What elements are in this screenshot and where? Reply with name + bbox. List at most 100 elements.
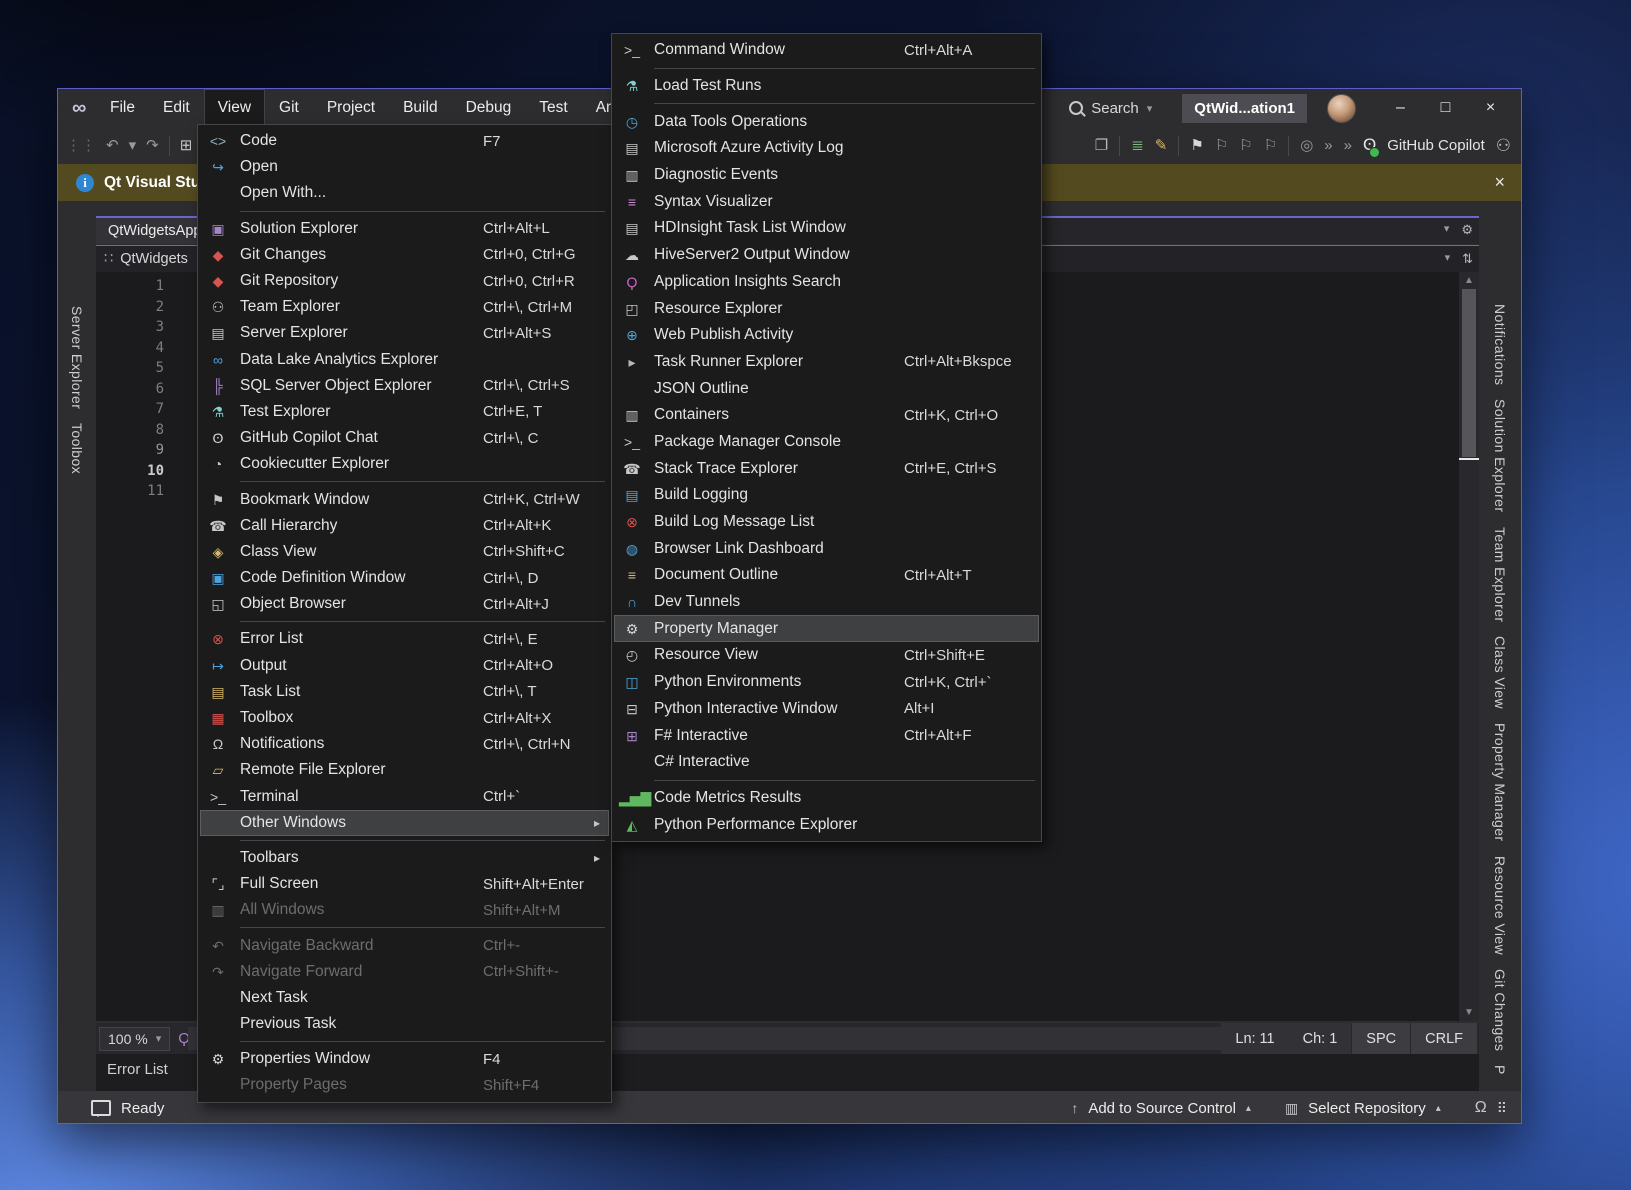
sidebar-tab-p-clipped[interactable]: P xyxy=(1492,1065,1508,1075)
menu-item-class-view[interactable]: ◈ Class View Ctrl+Shift+C xyxy=(200,539,609,565)
menu-item-fsharp-interactive[interactable]: ⊞ F# Interactive Ctrl+Alt+F xyxy=(614,722,1039,749)
menu-item-task-runner-explorer[interactable]: ▸ Task Runner Explorer Ctrl+Alt+Bkspce xyxy=(614,349,1039,376)
toolbar-separator[interactable] xyxy=(169,136,170,156)
toolbar-separator[interactable] xyxy=(1178,136,1179,156)
solution-name-badge[interactable]: QtWid...ation1 xyxy=(1182,94,1307,123)
menubar-item-git[interactable]: Git xyxy=(265,89,313,127)
tab-list-chevron-icon[interactable]: ▾ xyxy=(1444,222,1450,238)
resize-grip-icon[interactable]: ⠿ xyxy=(1497,1100,1507,1117)
menu-item-object-browser[interactable]: ◱ Object Browser Ctrl+Alt+J xyxy=(200,591,609,617)
toolbar-grip-icon[interactable]: ⋮⋮ xyxy=(66,138,96,153)
person-icon[interactable]: ⚇ xyxy=(1496,137,1511,154)
menu-item-property-manager[interactable]: ⚙ Property Manager xyxy=(614,615,1039,642)
sidebar-tab-class-view[interactable]: Class View xyxy=(1492,636,1508,709)
sidebar-tab-team-explorer[interactable]: Team Explorer xyxy=(1492,527,1508,622)
select-repository-button[interactable]: Select Repository xyxy=(1308,1100,1426,1117)
menu-item-navigate-backward[interactable]: ↶ Navigate Backward Ctrl+- xyxy=(200,932,609,958)
vertical-scrollbar[interactable]: ▲ ▼ xyxy=(1459,272,1479,1021)
menu-item-stack-trace-explorer[interactable]: ☎ Stack Trace Explorer Ctrl+E, Ctrl+S xyxy=(614,455,1039,482)
menu-item-csharp-interactive[interactable]: C# Interactive xyxy=(614,749,1039,776)
menu-item-full-screen[interactable]: ⌜⌟ Full Screen Shift+Alt+Enter xyxy=(200,871,609,897)
menu-item-other-windows[interactable]: Other Windows ▸ xyxy=(200,810,609,836)
menu-item-navigate-forward[interactable]: ↷ Navigate Forward Ctrl+Shift+- xyxy=(200,959,609,985)
scroll-up-icon[interactable]: ▲ xyxy=(1459,275,1479,286)
menu-item-terminal[interactable]: >_ Terminal Ctrl+` xyxy=(200,784,609,810)
previous-bookmark-icon[interactable]: ⚐ xyxy=(1215,138,1228,153)
user-avatar[interactable] xyxy=(1327,94,1356,123)
chevron-up-icon[interactable]: ▴ xyxy=(1246,1103,1251,1114)
menu-item-dev-tunnels[interactable]: ∩ Dev Tunnels xyxy=(614,589,1039,616)
sidebar-tab-notifications[interactable]: Notifications xyxy=(1492,304,1508,385)
chevron-down-icon[interactable]: ▾ xyxy=(1445,251,1451,267)
quick-search-icon[interactable]: ◎ xyxy=(1300,138,1313,153)
sidebar-tab-resource-view[interactable]: Resource View xyxy=(1492,856,1508,955)
menu-item-team-explorer[interactable]: ⚇ Team Explorer Ctrl+\, Ctrl+M xyxy=(200,294,609,320)
menu-item-resource-view[interactable]: ◴ Resource View Ctrl+Shift+E xyxy=(614,642,1039,669)
github-copilot-button[interactable]: GitHub Copilot xyxy=(1387,138,1485,153)
menubar-item-test[interactable]: Test xyxy=(525,89,581,127)
menu-item-python-environments[interactable]: ◫ Python Environments Ctrl+K, Ctrl+` xyxy=(614,669,1039,696)
menu-item-syntax-visualizer[interactable]: ≡ Syntax Visualizer xyxy=(614,188,1039,215)
toggle-bookmark-icon[interactable]: ⚑ xyxy=(1190,138,1203,153)
menu-item-cookiecutter-explorer[interactable]: ◔ Cookiecutter Explorer xyxy=(200,451,609,477)
menu-item-application-insights-search[interactable]: Ϙ Application Insights Search xyxy=(614,269,1039,296)
menu-item-git-changes[interactable]: ◆ Git Changes Ctrl+0, Ctrl+G xyxy=(200,242,609,268)
sidebar-tab-git-changes[interactable]: Git Changes xyxy=(1492,969,1508,1051)
zoom-selector[interactable]: 100 % ▾ xyxy=(99,1027,170,1051)
next-bookmark-icon[interactable]: ⚐ xyxy=(1239,138,1252,153)
menu-item-browser-link-dashboard[interactable]: ◍ Browser Link Dashboard xyxy=(614,535,1039,562)
menu-item-data-tools-operations[interactable]: ◷ Data Tools Operations xyxy=(614,108,1039,135)
bell-icon[interactable]: Ω xyxy=(1475,1099,1487,1117)
menu-item-next-task[interactable]: Next Task xyxy=(200,985,609,1011)
sidebar-tab-server-explorer[interactable]: Server Explorer xyxy=(69,306,85,409)
menu-item-build-log-message-list[interactable]: ⊗ Build Log Message List xyxy=(614,509,1039,536)
menu-item-all-windows[interactable]: ▥ All Windows Shift+Alt+M xyxy=(200,897,609,923)
menu-item-microsoft-azure-activity-log[interactable]: ▤ Microsoft Azure Activity Log xyxy=(614,135,1039,162)
menubar-item-edit[interactable]: Edit xyxy=(149,89,204,127)
menu-item-github-copilot-chat[interactable]: ʘ GitHub Copilot Chat Ctrl+\, C xyxy=(200,425,609,451)
menu-item-code-definition-window[interactable]: ▣ Code Definition Window Ctrl+\, D xyxy=(200,565,609,591)
list-members-icon[interactable]: ≣ xyxy=(1131,138,1144,153)
maximize-button[interactable]: □ xyxy=(1423,91,1468,125)
menu-item-web-publish-activity[interactable]: ⊕ Web Publish Activity xyxy=(614,322,1039,349)
menu-item-git-repository[interactable]: ◆ Git Repository Ctrl+0, Ctrl+R xyxy=(200,268,609,294)
minimize-button[interactable]: – xyxy=(1378,91,1423,125)
navigate-backward-icon[interactable]: ↶ xyxy=(106,138,119,153)
project-dropdown[interactable]: ∷ QtWidgets xyxy=(96,251,188,267)
caret-down-icon[interactable]: ▾ xyxy=(129,138,137,153)
collapse-region-icon[interactable]: » xyxy=(1324,138,1332,153)
menu-item-bookmark-window[interactable]: ⚑ Bookmark Window Ctrl+K, Ctrl+W xyxy=(200,486,609,512)
menu-item-data-lake-analytics-explorer[interactable]: ∞ Data Lake Analytics Explorer xyxy=(200,347,609,373)
sidebar-tab-solution-explorer[interactable]: Solution Explorer xyxy=(1492,399,1508,512)
new-project-icon[interactable]: ⊞ xyxy=(180,138,193,153)
line-ending-indicator[interactable]: CRLF xyxy=(1410,1023,1477,1054)
menu-item-error-list[interactable]: ⊗ Error List Ctrl+\, E xyxy=(200,626,609,652)
clear-bookmarks-icon[interactable]: ⚐ xyxy=(1264,138,1277,153)
menu-item-code-metrics-results[interactable]: ▂▅▇ Code Metrics Results xyxy=(614,785,1039,812)
menubar-item-project[interactable]: Project xyxy=(313,89,389,127)
scroll-down-icon[interactable]: ▼ xyxy=(1459,1007,1479,1018)
menu-item-hiveserver2-output-window[interactable]: ☁ HiveServer2 Output Window xyxy=(614,242,1039,269)
toolbar-separator[interactable] xyxy=(1288,136,1289,156)
search-control[interactable]: Search ▾ xyxy=(1059,100,1162,117)
menu-item-document-outline[interactable]: ≡ Document Outline Ctrl+Alt+T xyxy=(614,562,1039,589)
menu-item-remote-file-explorer[interactable]: ▱ Remote File Explorer xyxy=(200,757,609,783)
menu-item-python-performance-explorer[interactable]: ◭ Python Performance Explorer xyxy=(614,811,1039,838)
menu-item-code[interactable]: <> Code F7 xyxy=(200,128,609,154)
menu-item-call-hierarchy[interactable]: ☎ Call Hierarchy Ctrl+Alt+K xyxy=(200,513,609,539)
panel-tab-error-list[interactable]: Error List xyxy=(99,1054,176,1085)
menu-item-test-explorer[interactable]: ⚗ Test Explorer Ctrl+E, T xyxy=(200,399,609,425)
toolbar-separator[interactable] xyxy=(1119,136,1120,156)
menubar-item-build[interactable]: Build xyxy=(389,89,451,127)
infobar-close-icon[interactable]: × xyxy=(1494,172,1505,193)
menubar-item-file[interactable]: File xyxy=(96,89,149,127)
menu-item-load-test-runs[interactable]: ⚗ Load Test Runs xyxy=(614,73,1039,100)
menu-item-diagnostic-events[interactable]: ▥ Diagnostic Events xyxy=(614,162,1039,189)
menu-item-properties-window[interactable]: ⚙ Properties Window F4 xyxy=(200,1046,609,1072)
menu-item-hdinsight-task-list-window[interactable]: ▤ HDInsight Task List Window xyxy=(614,215,1039,242)
menu-item-open[interactable]: ↪ Open xyxy=(200,154,609,180)
menu-item-python-interactive-window[interactable]: ⊟ Python Interactive Window Alt+I xyxy=(614,696,1039,723)
menu-item-toolbars[interactable]: Toolbars ▸ xyxy=(200,845,609,871)
menu-item-toolbox[interactable]: ▦ Toolbox Ctrl+Alt+X xyxy=(200,705,609,731)
menu-item-containers[interactable]: ▥ Containers Ctrl+K, Ctrl+O xyxy=(614,402,1039,429)
